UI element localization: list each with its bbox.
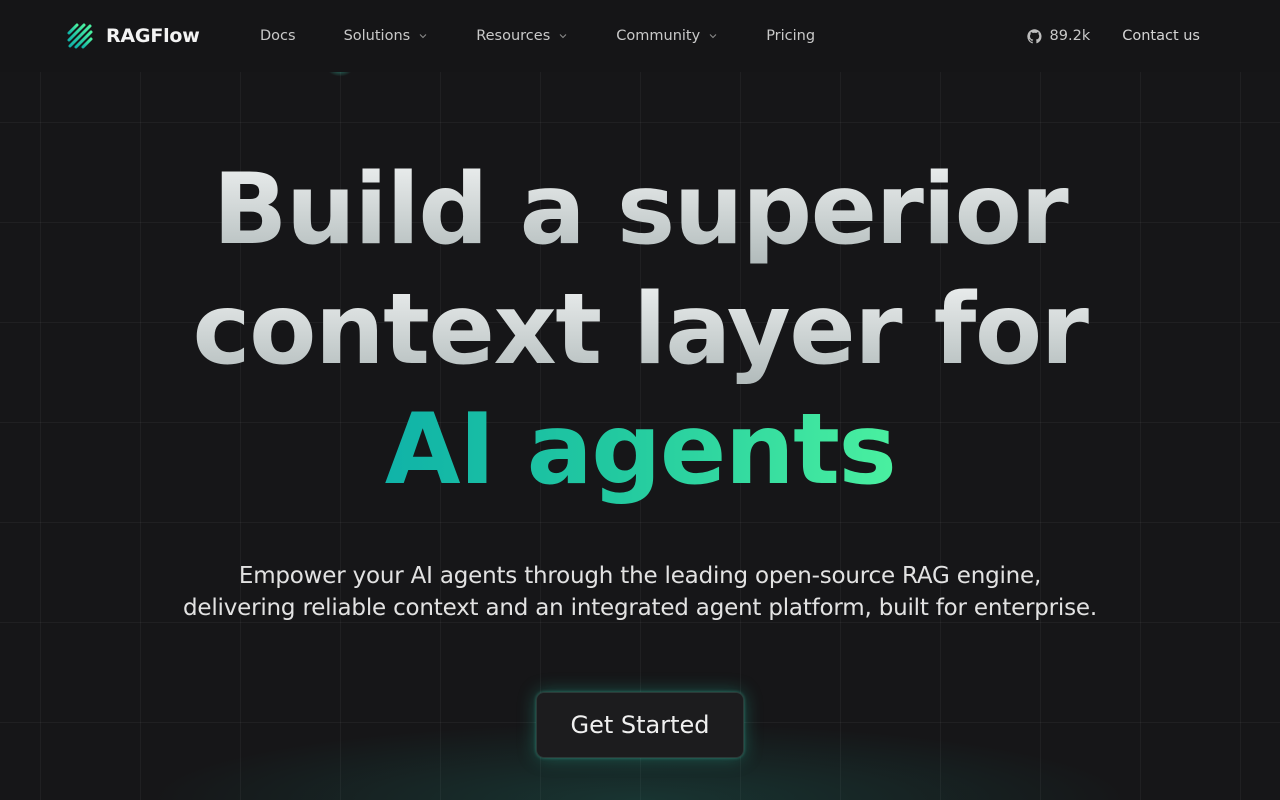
hero-subtitle-line-2: delivering reliable context and an integ…: [183, 595, 1097, 621]
brand-logo-link[interactable]: RAGFlow: [66, 22, 200, 50]
chevron-down-icon: [418, 31, 428, 41]
nav-item-label: Pricing: [766, 28, 816, 44]
nav-item-resources[interactable]: Resources: [476, 28, 568, 44]
hero-subtitle-line-1: Empower your AI agents through the leadi…: [238, 563, 1042, 589]
nav-item-docs[interactable]: Docs: [260, 28, 296, 44]
contact-us-link[interactable]: Contact us: [1122, 28, 1200, 44]
nav-item-label: Community: [616, 28, 701, 44]
nav-item-label: Docs: [260, 28, 296, 44]
get-started-button[interactable]: Get Started: [536, 692, 744, 758]
nav-item-label: Solutions: [343, 28, 411, 44]
github-star-count: 89.2k: [1049, 28, 1091, 44]
chevron-down-icon: [708, 31, 718, 41]
hero-subtitle: Empower your AI agents through the leadi…: [0, 560, 1280, 624]
top-navigation: RAGFlow Docs Solutions Resources Communi…: [0, 0, 1280, 72]
hero-title-line-2: context layer for: [0, 270, 1280, 390]
github-icon: [1026, 28, 1042, 44]
main-menu: Docs Solutions Resources Community Prici…: [260, 0, 815, 72]
stripes-logo-icon: [66, 22, 94, 50]
nav-item-community[interactable]: Community: [616, 28, 718, 44]
chevron-down-icon: [558, 31, 568, 41]
nav-right-links: 89.2k Contact us: [1026, 0, 1200, 72]
nav-item-solutions[interactable]: Solutions: [344, 28, 429, 44]
hero-title: Build a superior context layer for AI ag…: [0, 150, 1280, 510]
hero-title-line-1: Build a superior: [0, 150, 1280, 270]
github-stars-link[interactable]: 89.2k: [1026, 28, 1091, 44]
brand-name: RAGFlow: [106, 25, 200, 47]
nav-item-label: Resources: [476, 28, 551, 44]
nav-item-pricing[interactable]: Pricing: [766, 28, 815, 44]
hero-title-accent: AI agents: [385, 390, 897, 510]
